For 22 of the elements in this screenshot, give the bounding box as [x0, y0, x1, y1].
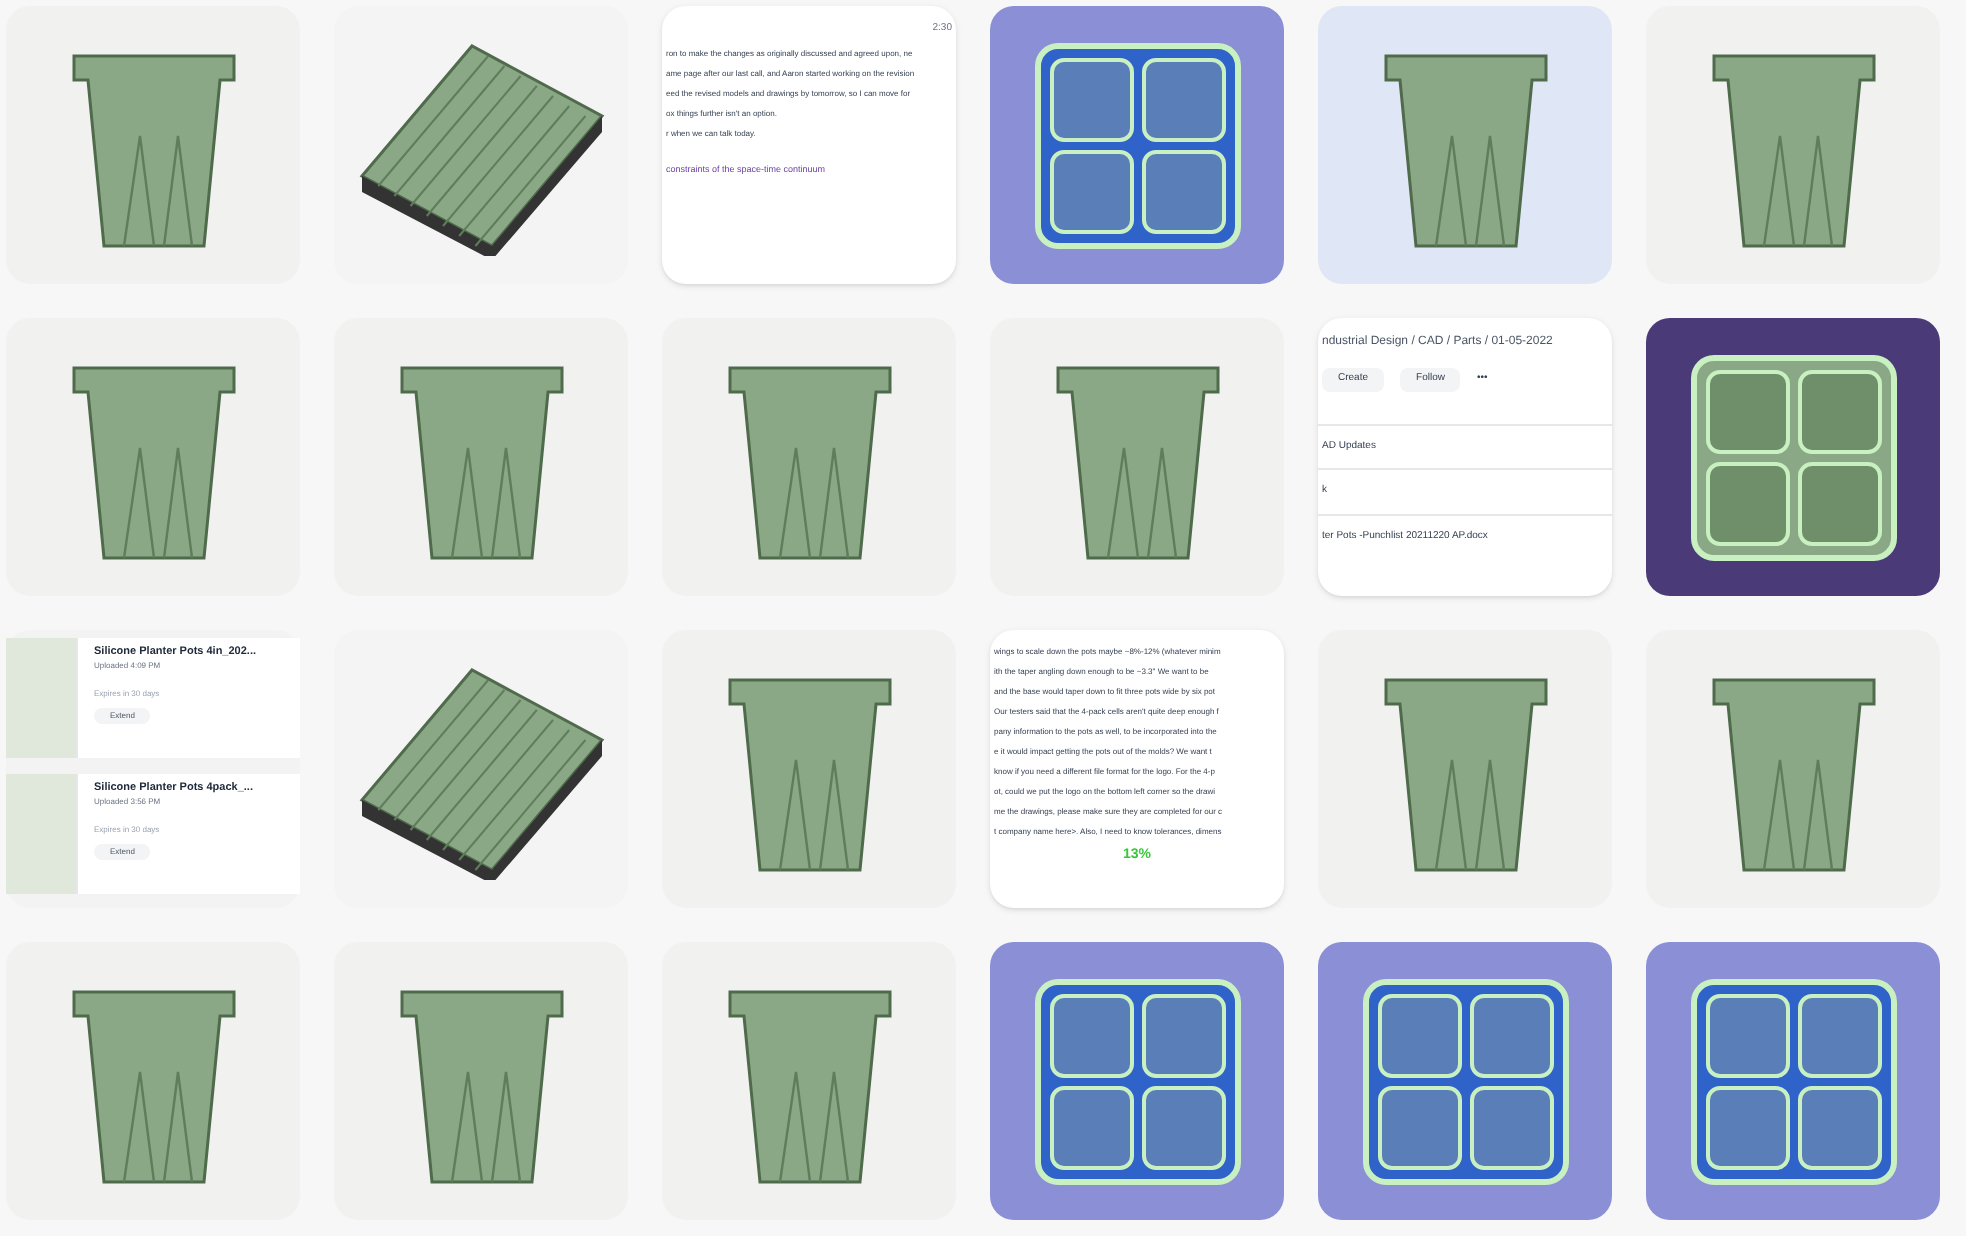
render-thumbnail[interactable]: [6, 942, 300, 1220]
render-thumbnail[interactable]: [1646, 942, 1940, 1220]
file-preview: [6, 638, 78, 758]
render-thumbnail[interactable]: [1318, 942, 1612, 1220]
render-thumbnail[interactable]: [6, 318, 300, 596]
render-thumbnail[interactable]: [1318, 630, 1612, 908]
render-thumbnail[interactable]: [1646, 6, 1940, 284]
document-thumbnail[interactable]: [662, 6, 956, 284]
render-thumbnail[interactable]: [990, 6, 1284, 284]
render-thumbnail[interactable]: [662, 630, 956, 908]
render-thumbnail[interactable]: [334, 942, 628, 1220]
document-thumbnail[interactable]: [990, 630, 1284, 908]
render-thumbnail[interactable]: [1646, 630, 1940, 908]
render-thumbnail[interactable]: [990, 942, 1284, 1220]
file-preview: [6, 774, 78, 894]
render-thumbnail[interactable]: [6, 6, 300, 284]
render-thumbnail[interactable]: [1646, 318, 1940, 596]
render-thumbnail[interactable]: [662, 942, 956, 1220]
render-thumbnail[interactable]: [990, 318, 1284, 596]
render-thumbnail[interactable]: [1318, 6, 1612, 284]
render-thumbnail[interactable]: [662, 318, 956, 596]
render-thumbnail[interactable]: [334, 318, 628, 596]
